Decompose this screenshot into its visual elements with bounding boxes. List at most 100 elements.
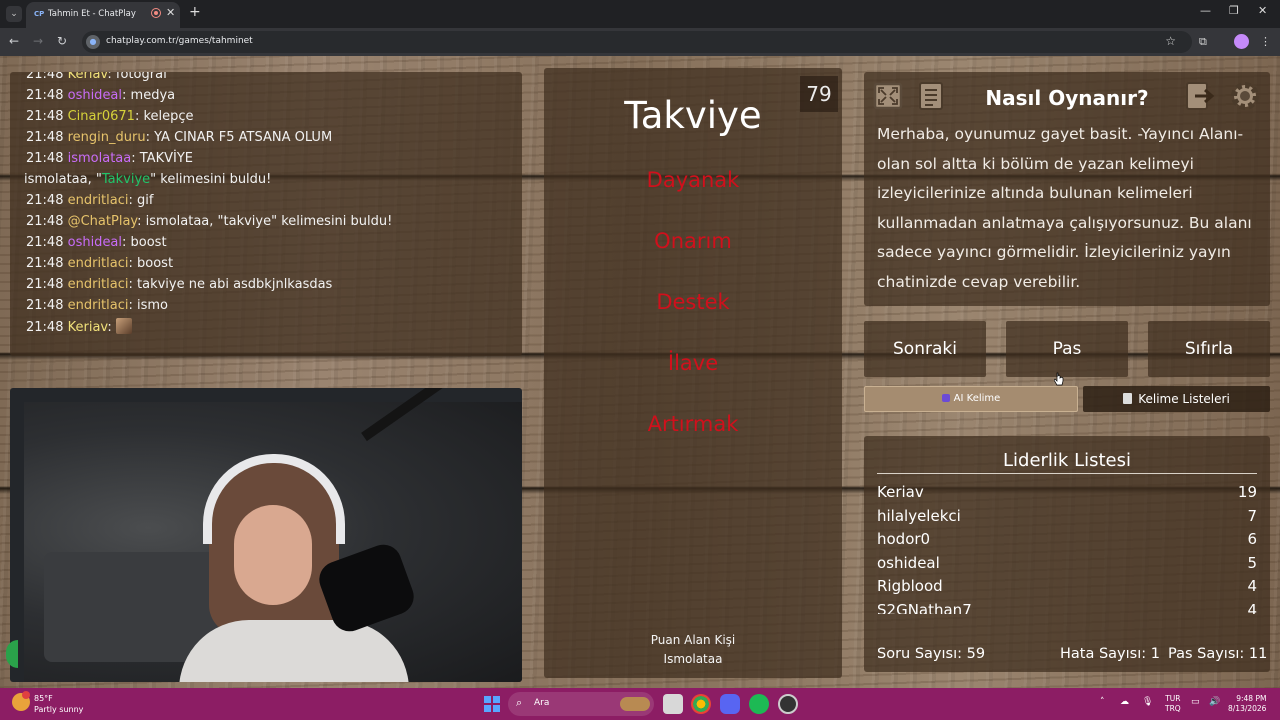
chat-message: 21:48 @ChatPlay: ismolataa, "takviye" ke… bbox=[26, 213, 392, 231]
pass-button[interactable]: Pas bbox=[1006, 321, 1128, 377]
chat-username[interactable]: Keriav bbox=[68, 320, 108, 335]
cloud-icon[interactable]: ☁ bbox=[1120, 697, 1129, 707]
system-message-pre: ismolataa, " bbox=[24, 172, 102, 187]
weather-temp: 85°F bbox=[34, 694, 53, 703]
leaderboard-row: hodor0 6 bbox=[877, 528, 1257, 552]
close-window-icon[interactable]: ✕ bbox=[1258, 4, 1267, 17]
tab-search-button[interactable]: ⌄ bbox=[6, 6, 22, 22]
tray-chevron-icon[interactable]: ˄ bbox=[1100, 697, 1105, 707]
word-lists-button[interactable]: Kelime Listeleri bbox=[1083, 386, 1270, 412]
chat-text: : kelepçe bbox=[134, 109, 194, 124]
ai-word-button[interactable]: AI Kelime bbox=[864, 386, 1078, 412]
notes-icon[interactable] bbox=[912, 78, 950, 114]
how-to-play-text: Merhaba, oyunumuz gayet basit. -Yayıncı … bbox=[877, 125, 1252, 291]
fullscreen-icon[interactable] bbox=[869, 78, 907, 114]
leaderboard-row: oshideal 5 bbox=[877, 552, 1257, 576]
clock[interactable]: 9:48 PM 8/13/2026 bbox=[1228, 694, 1266, 714]
mouse-cursor-icon bbox=[1054, 372, 1064, 386]
obs-icon[interactable] bbox=[778, 694, 798, 714]
browser-menu-icon[interactable]: ⋮ bbox=[1260, 35, 1271, 48]
chat-time: 21:48 bbox=[26, 214, 64, 229]
address-bar[interactable]: ● chatplay.com.tr/games/tahminet ☆ bbox=[82, 31, 1192, 53]
restore-icon[interactable]: ❐ bbox=[1229, 4, 1239, 17]
chat-message: 21:48 oshideal: medya bbox=[26, 87, 175, 105]
new-tab-button[interactable]: + bbox=[189, 4, 201, 20]
player-score: 6 bbox=[1247, 530, 1257, 549]
chat-username[interactable]: ismolataa bbox=[68, 151, 132, 166]
language-indicator[interactable]: TUR TRQ bbox=[1165, 694, 1181, 714]
chat-username[interactable]: @ChatPlay bbox=[68, 214, 138, 229]
robot-icon bbox=[941, 394, 950, 402]
chat-time: 21:48 bbox=[26, 277, 64, 292]
chat-text: : boost bbox=[128, 256, 174, 271]
chrome-icon[interactable] bbox=[691, 694, 711, 714]
windows-taskbar: 85°F Partly sunny ⌕ Ara ˄ ☁ 🎙 TUR TRQ ▭ … bbox=[0, 688, 1280, 720]
chat-time: 21:48 bbox=[26, 193, 64, 208]
chat-username[interactable]: oshideal bbox=[68, 88, 122, 103]
chat-username[interactable]: rengin_duru bbox=[68, 130, 146, 145]
chat-username[interactable]: endritlaci bbox=[68, 193, 129, 208]
weather-desc: Partly sunny bbox=[34, 705, 84, 714]
mic-tray-icon[interactable]: 🎙 bbox=[1142, 697, 1153, 707]
chat-username[interactable]: oshideal bbox=[68, 235, 122, 250]
player-name: oshideal bbox=[877, 553, 940, 572]
chat-time: 21:48 bbox=[26, 235, 64, 250]
target-word: Takviye bbox=[624, 94, 762, 137]
reload-icon[interactable]: ↻ bbox=[57, 34, 67, 48]
network-icon[interactable]: ▭ bbox=[1191, 697, 1200, 707]
task-view-icon[interactable] bbox=[663, 694, 683, 714]
clipboard-icon bbox=[1123, 393, 1133, 404]
site-info-icon[interactable]: ● bbox=[86, 35, 100, 49]
volume-icon[interactable]: 🔊 bbox=[1209, 697, 1220, 707]
back-icon[interactable]: ← bbox=[9, 34, 19, 48]
leaderboard-row: Keriav 19 bbox=[877, 481, 1257, 505]
shirt-shape bbox=[179, 620, 409, 682]
forbidden-word: İlave bbox=[667, 351, 719, 375]
chat-username[interactable]: endritlaci bbox=[68, 256, 129, 271]
chat-time: 21:48 bbox=[26, 298, 64, 313]
leaderboard-panel: Liderlik Listesi Keriav 19 hilalyelekci 7 ho… bbox=[864, 436, 1270, 672]
bookmark-star-icon[interactable]: ☆ bbox=[1165, 34, 1176, 48]
chat-message: 21:48 endritlaci: boost bbox=[26, 255, 173, 273]
headset-icon bbox=[203, 454, 345, 544]
system-message-post: " kelimesini buldu! bbox=[150, 172, 272, 187]
chat-message: 21:48 rengin_duru: YA CINAR F5 ATSANA OL… bbox=[26, 129, 332, 147]
minimize-icon[interactable]: — bbox=[1200, 4, 1211, 17]
forbidden-word: Destek bbox=[656, 290, 730, 314]
chat-text: : boost bbox=[122, 235, 167, 250]
how-to-play-title: Nasıl Oynanır? bbox=[985, 86, 1149, 110]
word-lists-label: Kelime Listeleri bbox=[1138, 392, 1230, 406]
notification-badge bbox=[22, 691, 30, 699]
forward-icon[interactable]: → bbox=[33, 34, 43, 48]
chat-username[interactable]: endritlaci bbox=[68, 277, 129, 292]
exit-icon[interactable] bbox=[1182, 78, 1220, 114]
scorer-name: Ismolataa bbox=[663, 652, 723, 666]
profile-avatar[interactable] bbox=[1234, 34, 1249, 49]
next-button[interactable]: Sonraki bbox=[864, 321, 986, 377]
error-count: Hata Sayısı: 1 bbox=[1060, 646, 1160, 662]
chat-username[interactable]: endritlaci bbox=[68, 298, 129, 313]
chat-text: : ismo bbox=[128, 298, 169, 313]
spotify-icon[interactable] bbox=[749, 694, 769, 714]
chat-username[interactable]: Keriav bbox=[68, 72, 108, 82]
browser-toolbar: ← → ↻ ● chatplay.com.tr/games/tahminet ☆… bbox=[0, 28, 1280, 56]
chat-time: 21:48 bbox=[26, 109, 64, 124]
system-message-word: Takviye bbox=[101, 172, 151, 187]
clock-time: 9:48 PM bbox=[1236, 694, 1267, 703]
player-score: 4 bbox=[1247, 577, 1257, 596]
discord-icon[interactable] bbox=[720, 694, 740, 714]
extensions-icon[interactable]: ⧉ bbox=[1199, 35, 1207, 49]
pass-count: Pas Sayısı: 11 bbox=[1168, 646, 1268, 662]
reset-button[interactable]: Sıfırla bbox=[1148, 321, 1270, 377]
chat-time: 21:48 bbox=[26, 320, 64, 335]
forbidden-word: Artırmak bbox=[647, 412, 739, 436]
chat-username[interactable]: Cinar0671 bbox=[68, 109, 135, 124]
scorer-label: Puan Alan Kişi bbox=[650, 633, 736, 647]
language-bottom: TRQ bbox=[1165, 704, 1181, 713]
settings-gear-icon[interactable] bbox=[1226, 78, 1264, 114]
windows-start-icon[interactable] bbox=[484, 696, 500, 712]
close-tab-icon[interactable]: ✕ bbox=[166, 6, 175, 19]
browser-tab[interactable]: CP Tahmin Et - ChatPlay ✕ bbox=[26, 2, 180, 28]
taskbar-search[interactable]: ⌕ Ara bbox=[508, 692, 654, 716]
leaderboard-list[interactable]: Keriav 19 hilalyelekci 7 hodor0 6 oshideal 5 Rig… bbox=[864, 481, 1270, 614]
